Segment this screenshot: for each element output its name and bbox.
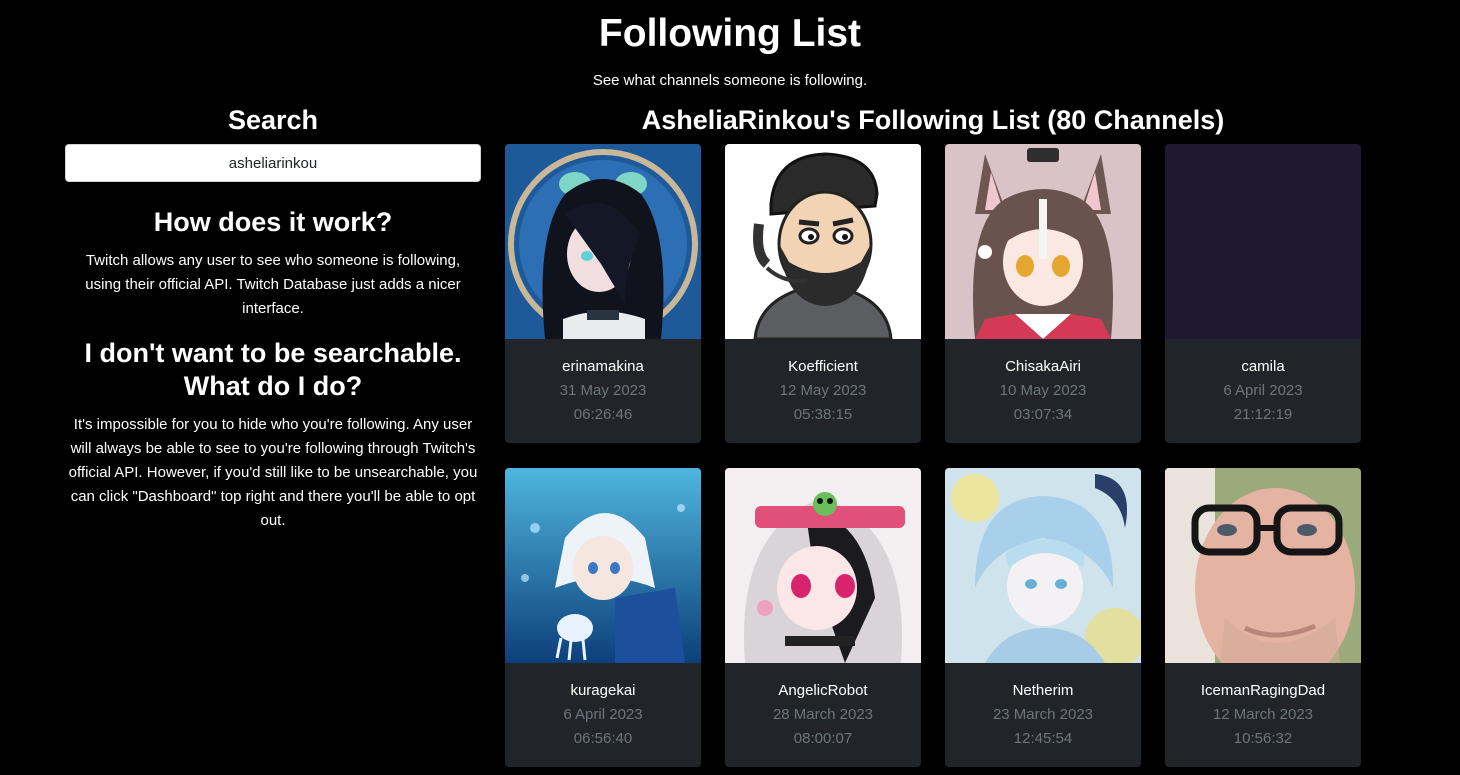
channel-card[interactable]: Netherim 23 March 2023 12:45:54 [945,468,1141,767]
following-list-heading: AsheliaRinkou's Following List (80 Chann… [641,105,1225,135]
channel-name[interactable]: Netherim [945,679,1141,703]
follow-time: 12:45:54 [1013,730,1073,747]
channel-card[interactable]: IcemanRagingDad 12 March 2023 10:56:32 [1165,468,1361,767]
channel-name[interactable]: AngelicRobot [725,679,921,703]
man-glasses-photo-avatar-icon[interactable] [1165,468,1361,663]
follow-date: 28 March 2023 [772,706,874,723]
faq-answer-opt-out: It's impossible for you to hide who you'… [68,416,478,529]
follow-date: 6 April 2023 [1223,382,1303,399]
anime-pink-visor-avatar-icon[interactable] [725,468,921,663]
sidebar: Search How does it work? Twitch allows a… [65,103,481,533]
follow-time: 21:12:19 [1233,406,1293,423]
channel-name[interactable]: IcemanRagingDad [1165,679,1361,703]
channel-name[interactable]: kuragekai [505,679,701,703]
follow-date: 10 May 2023 [999,382,1087,399]
channel-card[interactable]: camila 6 April 2023 21:12:19 [1165,144,1361,443]
page-header: Following List See what channels someone… [0,12,1460,90]
channel-name[interactable]: camila [1165,355,1361,379]
faq-answer-how-it-works: Twitch allows any user to see who someon… [85,252,461,317]
channel-card[interactable]: kuragekai 6 April 2023 06:56:40 [505,468,701,767]
anime-fox-ears-avatar-icon[interactable] [945,144,1141,339]
page-subtitle: See what channels someone is following. [592,72,868,89]
follow-date: 31 May 2023 [559,382,647,399]
page: Following List See what channels someone… [0,0,1460,775]
follow-time: 06:26:46 [573,406,633,423]
page-title: Following List [598,12,862,55]
follow-time: 06:56:40 [573,730,633,747]
follow-time: 03:07:34 [1013,406,1073,423]
search-heading: Search [227,105,319,135]
faq-heading-how-it-works: How does it work? [153,207,393,237]
channel-name[interactable]: ChisakaAiri [945,355,1141,379]
channel-card[interactable]: Koefficient 12 May 2023 05:38:15 [725,144,921,443]
channel-name[interactable]: Koefficient [725,355,921,379]
follow-time: 10:56:32 [1233,730,1293,747]
channel-name[interactable]: erinamakina [505,355,701,379]
anime-dark-hair-avatar-icon[interactable] [505,144,701,339]
follow-date: 12 March 2023 [1212,706,1314,723]
channel-card[interactable]: erinamakina 31 May 2023 06:26:46 [505,144,701,443]
following-list-section: AsheliaRinkou's Following List (80 Chann… [505,103,1361,767]
anime-light-blue-avatar-icon[interactable] [945,468,1141,663]
follow-date: 23 March 2023 [992,706,1094,723]
faq-heading-opt-out: I don't want to be searchable. What do I… [84,338,462,401]
channel-card[interactable]: ChisakaAiri 10 May 2023 03:07:34 [945,144,1141,443]
follow-date: 12 May 2023 [779,382,867,399]
follow-time: 08:00:07 [793,730,853,747]
purple-placeholder-avatar-icon[interactable] [1165,144,1361,339]
bearded-cartoon-avatar-icon[interactable] [725,144,921,339]
follow-date: 6 April 2023 [563,706,643,723]
follow-time: 05:38:15 [793,406,853,423]
channel-card[interactable]: AngelicRobot 28 March 2023 08:00:07 [725,468,921,767]
anime-underwater-avatar-icon[interactable] [505,468,701,663]
search-input[interactable] [65,144,481,182]
